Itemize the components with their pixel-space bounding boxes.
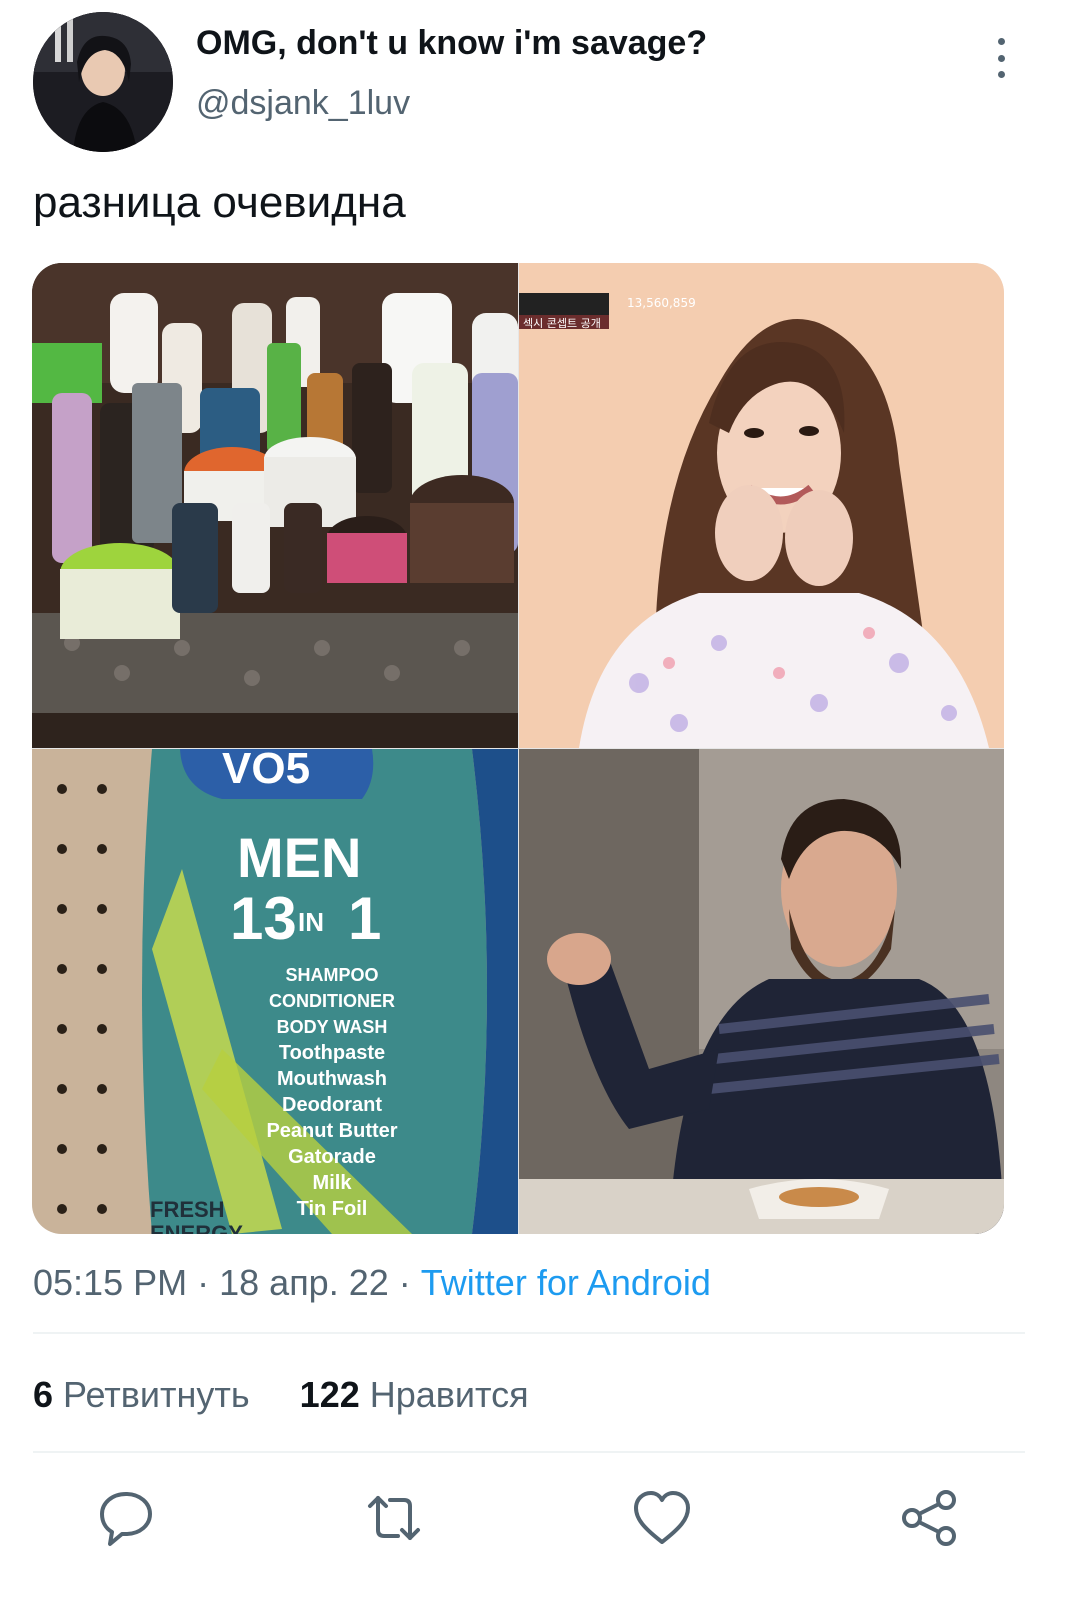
more-vertical-icon[interactable] xyxy=(990,38,1012,78)
bottle-line2-small: IN xyxy=(298,907,324,937)
avatar-image xyxy=(33,12,173,152)
likes-count[interactable]: 122 xyxy=(300,1374,360,1415)
bottle-list-item: Tin Foil xyxy=(297,1198,368,1220)
tweet-stats: 6 Ретвитнуть 122 Нравится xyxy=(33,1374,529,1416)
overlay-count: 13,560,859 xyxy=(627,296,696,310)
heart-icon[interactable] xyxy=(630,1486,694,1550)
bottle-list-item: BODY WASH xyxy=(277,1017,388,1037)
bottle-badge: FRESH xyxy=(150,1197,225,1222)
tweet-text: разница очевидна xyxy=(33,178,406,227)
tweet-time: 05:15 PM xyxy=(33,1262,188,1303)
bottle-list-item: SHAMPOO xyxy=(285,965,378,985)
user-handle[interactable]: @dsjank_1luv xyxy=(196,84,410,123)
photo-vo5-bottle[interactable]: VO5 MEN 13 IN 1 SHAMPOO CONDITIONER BODY W… xyxy=(32,749,518,1234)
divider xyxy=(33,1451,1025,1453)
bottle-badge2: ENERGY xyxy=(150,1221,243,1234)
tweet-meta: 05:15 PM · 18 апр. 22 · Twitter for Andr… xyxy=(33,1262,711,1304)
bottle-list-item: Milk xyxy=(313,1172,353,1194)
likes-label[interactable]: Нравится xyxy=(370,1374,529,1415)
bottle-list-item: Deodorant xyxy=(282,1094,382,1116)
meta-separator: · xyxy=(197,1262,210,1303)
divider xyxy=(33,1332,1025,1334)
avatar[interactable] xyxy=(33,12,173,152)
more-dot xyxy=(997,54,1005,62)
bottle-list-item: CONDITIONER xyxy=(269,991,395,1011)
share-icon[interactable] xyxy=(898,1486,962,1550)
bottle-list-item: Toothpaste xyxy=(279,1042,385,1064)
tweet-source-link[interactable]: Twitter for Android xyxy=(421,1262,711,1303)
bottle-line1: MEN xyxy=(237,826,361,889)
action-bar xyxy=(0,1486,1080,1550)
display-name[interactable]: OMG, don't u know i'm savage? xyxy=(196,24,707,63)
retweet-icon[interactable] xyxy=(362,1486,426,1550)
more-dot xyxy=(997,38,1005,45)
bottle-brand: VO5 xyxy=(222,749,310,793)
retweets-count[interactable]: 6 xyxy=(33,1374,53,1415)
photo-man-shrugging[interactable] xyxy=(519,749,1004,1234)
retweets-label[interactable]: Ретвитнуть xyxy=(63,1374,250,1415)
meta-separator: · xyxy=(398,1262,411,1303)
bottle-list-item: Mouthwash xyxy=(277,1068,387,1090)
media-grid[interactable]: 섹시 콘셉트 공개 13,560,859 VO5 MEN 13 IN 1 SHA… xyxy=(32,263,1004,1234)
photo-hair-products[interactable] xyxy=(32,263,518,748)
photo-woman-smiling[interactable]: 섹시 콘셉트 공개 13,560,859 xyxy=(519,263,1004,748)
bottle-line2: 13 xyxy=(230,885,297,952)
reply-icon[interactable] xyxy=(94,1486,158,1550)
bottle-line2-end: 1 xyxy=(348,885,381,952)
tweet-date: 18 апр. 22 xyxy=(219,1262,389,1303)
bottle-list-item: Gatorade xyxy=(288,1146,376,1168)
bottle-list-item: Peanut Butter xyxy=(266,1120,397,1142)
overlay-caption: 섹시 콘셉트 공개 xyxy=(523,317,601,330)
more-dot xyxy=(997,71,1005,78)
